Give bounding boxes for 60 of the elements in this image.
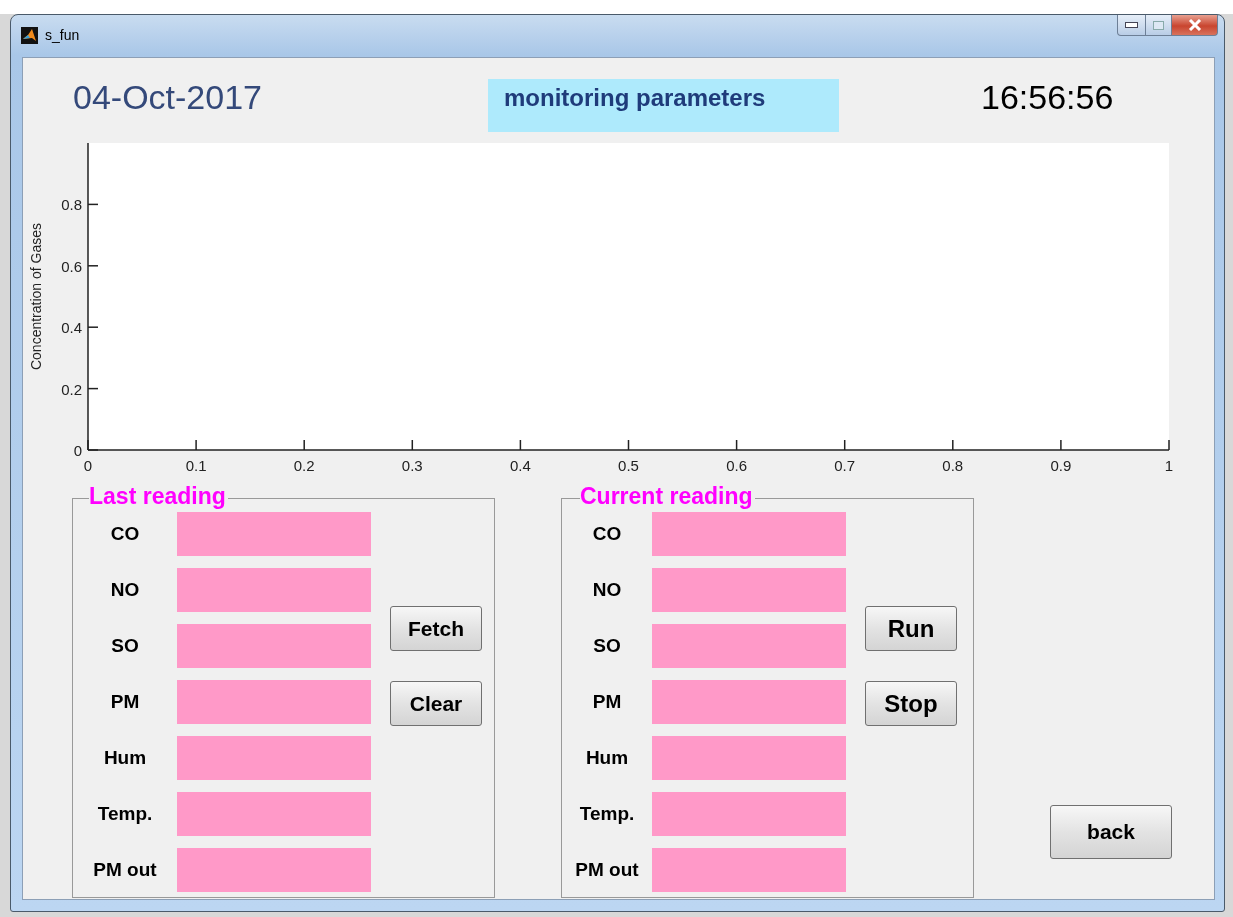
app-icon	[21, 26, 38, 44]
x-tick-label: 0.5	[618, 457, 639, 474]
x-tick-label: 0.9	[1050, 457, 1072, 474]
field-label: Temp.	[578, 803, 636, 825]
field-label: PM out	[92, 859, 158, 881]
y-tick-label: 0.8	[61, 196, 82, 214]
field-label: PM	[591, 691, 623, 713]
x-tick-label: 0.7	[834, 457, 856, 474]
field-label: Temp.	[96, 803, 154, 825]
field-label: SO	[110, 635, 140, 657]
x-tick-label: 0.3	[401, 457, 423, 474]
field-label: CO	[591, 523, 623, 545]
input-field[interactable]	[652, 624, 846, 668]
field-label: PM	[109, 691, 141, 713]
y-tick-label: 0.4	[61, 319, 82, 337]
field-label: Hum	[584, 747, 630, 769]
x-tick-label: 0.6	[726, 457, 748, 474]
field-label: NO	[109, 579, 141, 601]
time-label: 16:56:56	[981, 78, 1114, 117]
close-button[interactable]	[1172, 15, 1218, 36]
x-tick-label: 0.4	[509, 457, 531, 474]
action-button[interactable]: Stop	[865, 681, 957, 726]
close-icon	[1187, 19, 1202, 31]
input-field[interactable]	[652, 848, 846, 892]
x-tick-label: 0	[83, 457, 93, 474]
y-tick-label: 0.2	[61, 380, 82, 398]
input-field[interactable]	[652, 512, 846, 556]
field-label: Hum	[102, 747, 148, 769]
action-button[interactable]: Run	[865, 606, 957, 651]
field-label: SO	[592, 635, 622, 657]
minimize-button[interactable]	[1117, 15, 1146, 36]
panel-title: Current reading	[580, 483, 755, 510]
y-tick-label: 0.6	[61, 257, 82, 275]
y-tick-label: 0	[73, 442, 82, 459]
input-field[interactable]	[652, 792, 846, 836]
back-button[interactable]: back	[1050, 805, 1172, 859]
panel-title: Last reading	[89, 483, 228, 510]
x-tick-label: 0.8	[942, 457, 964, 474]
action-button[interactable]: Clear	[390, 681, 482, 726]
input-field[interactable]	[177, 624, 371, 668]
action-button[interactable]: Fetch	[390, 606, 482, 651]
x-tick-label: 0.2	[293, 457, 315, 474]
input-field[interactable]	[652, 680, 846, 724]
input-field[interactable]	[177, 512, 371, 556]
input-field[interactable]	[652, 568, 846, 612]
field-label: CO	[109, 523, 141, 545]
window-title: s_fun	[45, 27, 80, 43]
heading-label: monitoring parameters	[488, 79, 839, 132]
x-tick-label: 1	[1164, 457, 1174, 474]
field-label: NO	[591, 579, 623, 601]
input-field[interactable]	[177, 848, 371, 892]
input-field[interactable]	[177, 568, 371, 612]
y-axis-label: Concentration of Gases	[28, 222, 44, 371]
field-label: PM out	[574, 859, 640, 881]
x-tick-label: 0.1	[185, 457, 207, 474]
date-label: 04-Oct-2017	[73, 78, 263, 117]
input-field[interactable]	[652, 736, 846, 780]
input-field[interactable]	[177, 736, 371, 780]
input-field[interactable]	[177, 792, 371, 836]
input-field[interactable]	[177, 680, 371, 724]
